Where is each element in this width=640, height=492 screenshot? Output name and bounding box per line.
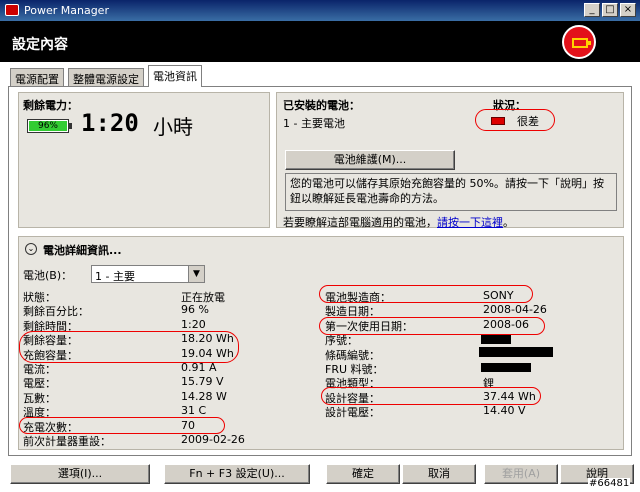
learn-more-link[interactable]: 請按一下這裡 [437, 216, 503, 229]
battery-select[interactable]: 1 - 主要 ▼ [91, 265, 205, 283]
remaining-power-panel: 剩餘電力： 96% 1:20 小時 [18, 92, 270, 228]
window-title: Power Manager [24, 4, 109, 17]
installed-battery-label: 已安裝的電池： [283, 99, 360, 112]
battery-message-box: 您的電池可以儲存其原始充飽容量的 50%。請按一下「說明」按鈕以瞭解延長電池壽命… [285, 173, 617, 211]
battery-details-panel: ⌄ 電池詳細資訊... 電池(B)： 1 - 主要 ▼ 狀態： 正在放電 剩餘百分比… [18, 236, 624, 450]
stat-value: 14.40 V [483, 404, 526, 418]
bad-battery-icon [491, 117, 505, 125]
watermark: #66481 [588, 478, 631, 489]
tab-global-settings[interactable]: 整體電源設定 [68, 68, 144, 86]
stat-value: 2008-04-26 [483, 303, 547, 317]
maximize-button[interactable]: □ [602, 3, 618, 17]
stat-label: 前次計量器重設： [23, 435, 111, 448]
ok-button[interactable]: 確定 [326, 464, 400, 484]
battery-alert-icon [562, 25, 596, 59]
battery-percent: 96% [37, 121, 58, 131]
barcode-redaction [479, 347, 553, 357]
first-use-highlight [319, 317, 545, 335]
cancel-button[interactable]: 取消 [402, 464, 476, 484]
details-title: 電池詳細資訊... [43, 244, 122, 257]
battery-select-label: 電池(B)： [23, 269, 73, 282]
tab-label: 電池資訊 [153, 70, 197, 83]
app-icon [5, 4, 19, 16]
design-capacity-highlight [321, 387, 541, 405]
battery-maintenance-button[interactable]: 電池維護(M)... [285, 150, 455, 170]
options-button[interactable]: 選項(I)... [10, 464, 150, 484]
serial-redaction [481, 335, 511, 344]
remaining-time: 1:20 [81, 109, 139, 137]
battery-level-icon: 96% [27, 119, 72, 133]
stat-value: 2009-02-26 [181, 433, 245, 446]
battery-select-value: 1 - 主要 [95, 270, 135, 283]
learn-more-end: 。 [503, 216, 514, 229]
fru-redaction [481, 363, 531, 372]
learn-more-text: 若要瞭解這部電腦適用的電池， [283, 216, 437, 229]
title-bar: Power Manager _ □ × [0, 0, 640, 22]
learn-more-line: 若要瞭解這部電腦適用的電池，請按一下這裡。 [283, 214, 514, 230]
fn-f3-settings-button[interactable]: Fn + F3 設定(U)... [164, 464, 310, 484]
remaining-time-unit: 小時 [153, 115, 193, 139]
tab-battery-info[interactable]: 電池資訊 [148, 65, 202, 87]
status-highlight [475, 109, 555, 131]
minimize-button[interactable]: _ [584, 3, 600, 17]
tab-label: 電源配置 [15, 73, 59, 86]
chevron-down-icon[interactable]: ▼ [188, 266, 204, 282]
stat-value: 15.79 V [181, 375, 224, 389]
capacity-highlight [19, 331, 239, 363]
stat-value: 1:20 [181, 317, 206, 331]
stat-value: 96 % [181, 303, 209, 317]
manufacturer-highlight [319, 285, 533, 303]
installed-battery-name: 1 - 主要電池 [283, 117, 345, 130]
installed-battery-panel: 已安裝的電池： 1 - 主要電池 狀況： 很差 電池維護(M)... 您的電池可… [276, 92, 624, 230]
remaining-power-label: 剩餘電力： [23, 99, 78, 112]
page-title: 設定內容 [12, 37, 68, 53]
stat-value: 31 C [181, 404, 207, 418]
status-value: 很差 [517, 115, 539, 128]
tab-label: 整體電源設定 [73, 73, 139, 86]
close-button[interactable]: × [620, 3, 636, 17]
stat-value: 14.28 W [181, 389, 227, 403]
stat-label: 設計電壓： [325, 406, 380, 420]
tab-power-plan[interactable]: 電源配置 [10, 68, 64, 86]
charge-count-highlight [19, 417, 225, 434]
apply-button[interactable]: 套用(A) [484, 464, 558, 484]
header-band: 設定內容 [0, 22, 640, 62]
collapse-icon[interactable]: ⌄ [25, 243, 37, 255]
